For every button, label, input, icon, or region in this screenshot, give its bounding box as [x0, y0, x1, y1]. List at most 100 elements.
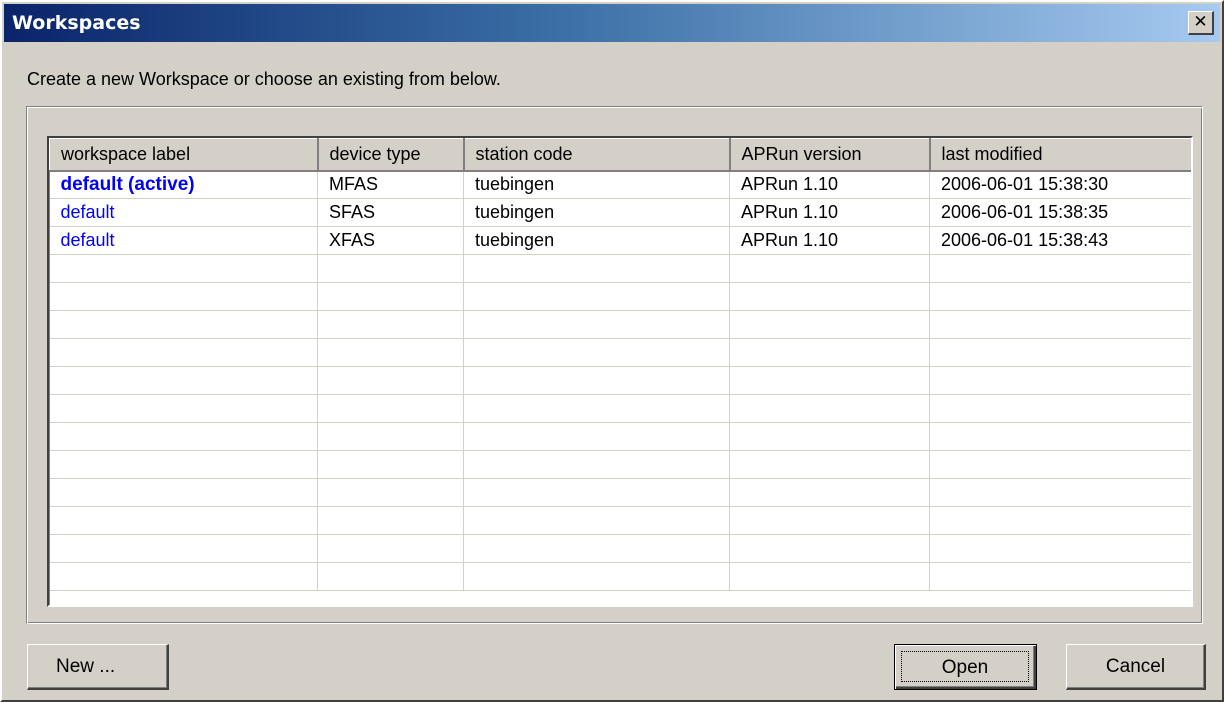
column-header-row: workspace label device type station code… — [49, 138, 1191, 172]
cell-aprun-version — [729, 310, 930, 339]
cell-aprun-version — [729, 254, 930, 283]
empty-table-row — [49, 562, 1191, 591]
cell-device-type: MFAS — [317, 170, 464, 199]
cell-station-code — [463, 422, 730, 451]
cell-station-code — [463, 366, 730, 395]
empty-table-row — [49, 310, 1191, 339]
cell-workspace-label — [49, 394, 318, 423]
cell-last-modified — [929, 562, 1191, 591]
cell-last-modified: 2006-06-01 15:38:35 — [929, 198, 1191, 227]
cell-device-type — [317, 254, 464, 283]
cell-workspace-label — [49, 310, 318, 339]
cell-station-code: tuebingen — [463, 170, 730, 199]
empty-table-row — [49, 394, 1191, 423]
empty-table-row — [49, 366, 1191, 395]
cell-last-modified: 2006-06-01 15:38:43 — [929, 226, 1191, 255]
cell-station-code — [463, 450, 730, 479]
cell-station-code — [463, 394, 730, 423]
cell-last-modified — [929, 394, 1191, 423]
cell-device-type — [317, 534, 464, 563]
cell-device-type — [317, 478, 464, 507]
cell-workspace-label — [49, 254, 318, 283]
cell-aprun-version — [729, 338, 930, 367]
open-button-label: Open — [901, 651, 1029, 682]
cell-aprun-version: APRun 1.10 — [729, 198, 930, 227]
open-button[interactable]: Open — [894, 644, 1037, 690]
cell-aprun-version — [729, 534, 930, 563]
workspace-list[interactable]: workspace label device type station code… — [47, 136, 1193, 607]
cell-device-type — [317, 422, 464, 451]
empty-table-row — [49, 450, 1191, 479]
cell-device-type — [317, 338, 464, 367]
new-workspace-button[interactable]: New ... — [27, 644, 169, 690]
cell-last-modified — [929, 338, 1191, 367]
empty-table-row — [49, 282, 1191, 311]
cell-last-modified: 2006-06-01 15:38:30 — [929, 170, 1191, 199]
cell-aprun-version — [729, 422, 930, 451]
table-row[interactable]: default (active) MFAS tuebingen APRun 1.10 2… — [49, 170, 1191, 199]
cell-aprun-version — [729, 450, 930, 479]
cell-station-code — [463, 506, 730, 535]
cell-device-type — [317, 310, 464, 339]
empty-table-row — [49, 254, 1191, 283]
cell-workspace-label — [49, 422, 318, 451]
empty-table-row — [49, 478, 1191, 507]
empty-table-row — [49, 506, 1191, 535]
cell-workspace-label — [49, 366, 318, 395]
cell-station-code: tuebingen — [463, 226, 730, 255]
cell-station-code: tuebingen — [463, 198, 730, 227]
cell-aprun-version — [729, 282, 930, 311]
cell-aprun-version — [729, 506, 930, 535]
column-header-workspace-label[interactable]: workspace label — [49, 138, 319, 172]
cell-station-code — [463, 282, 730, 311]
cell-workspace-label — [49, 506, 318, 535]
cell-last-modified — [929, 254, 1191, 283]
cancel-button[interactable]: Cancel — [1066, 644, 1206, 690]
workspaces-dialog: Workspaces ✕ Create a new Workspace or c… — [0, 0, 1224, 702]
cell-last-modified — [929, 282, 1191, 311]
cell-workspace-label — [49, 478, 318, 507]
table-row[interactable]: default XFAS tuebingen APRun 1.10 2006-06-01… — [49, 226, 1191, 255]
column-header-device-type[interactable]: device type — [317, 138, 465, 172]
cell-last-modified — [929, 478, 1191, 507]
cell-last-modified — [929, 534, 1191, 563]
cell-last-modified — [929, 422, 1191, 451]
cell-device-type — [317, 282, 464, 311]
cell-aprun-version — [729, 394, 930, 423]
cell-last-modified — [929, 506, 1191, 535]
column-header-aprun-version[interactable]: APRun version — [729, 138, 931, 172]
cell-workspace-label — [49, 338, 318, 367]
cell-workspace-label: default (active) — [49, 170, 318, 199]
column-header-station-code[interactable]: station code — [463, 138, 731, 172]
cell-aprun-version: APRun 1.10 — [729, 226, 930, 255]
cell-aprun-version — [729, 366, 930, 395]
cell-device-type — [317, 366, 464, 395]
cell-device-type — [317, 450, 464, 479]
cell-device-type — [317, 562, 464, 591]
cell-station-code — [463, 534, 730, 563]
cell-workspace-label — [49, 534, 318, 563]
cell-station-code — [463, 562, 730, 591]
window-title: Workspaces — [12, 12, 141, 34]
empty-table-row — [49, 534, 1191, 563]
cell-aprun-version: APRun 1.10 — [729, 170, 930, 199]
cell-last-modified — [929, 310, 1191, 339]
cell-station-code — [463, 254, 730, 283]
close-icon[interactable]: ✕ — [1188, 11, 1214, 35]
title-bar[interactable]: Workspaces ✕ — [4, 4, 1220, 42]
column-header-last-modified[interactable]: last modified — [929, 138, 1191, 172]
cell-device-type: SFAS — [317, 198, 464, 227]
cell-station-code — [463, 478, 730, 507]
cell-workspace-label: default — [49, 226, 318, 255]
cell-device-type — [317, 506, 464, 535]
cell-station-code — [463, 338, 730, 367]
cell-device-type: XFAS — [317, 226, 464, 255]
workspace-table: workspace label device type station code… — [49, 138, 1191, 591]
cell-workspace-label — [49, 282, 318, 311]
close-glyph: ✕ — [1193, 12, 1208, 32]
instruction-text: Create a new Workspace or choose an exis… — [27, 69, 501, 89]
cell-station-code — [463, 310, 730, 339]
empty-table-row — [49, 338, 1191, 367]
table-row[interactable]: default SFAS tuebingen APRun 1.10 2006-06-01… — [49, 198, 1191, 227]
cell-workspace-label: default — [49, 198, 318, 227]
